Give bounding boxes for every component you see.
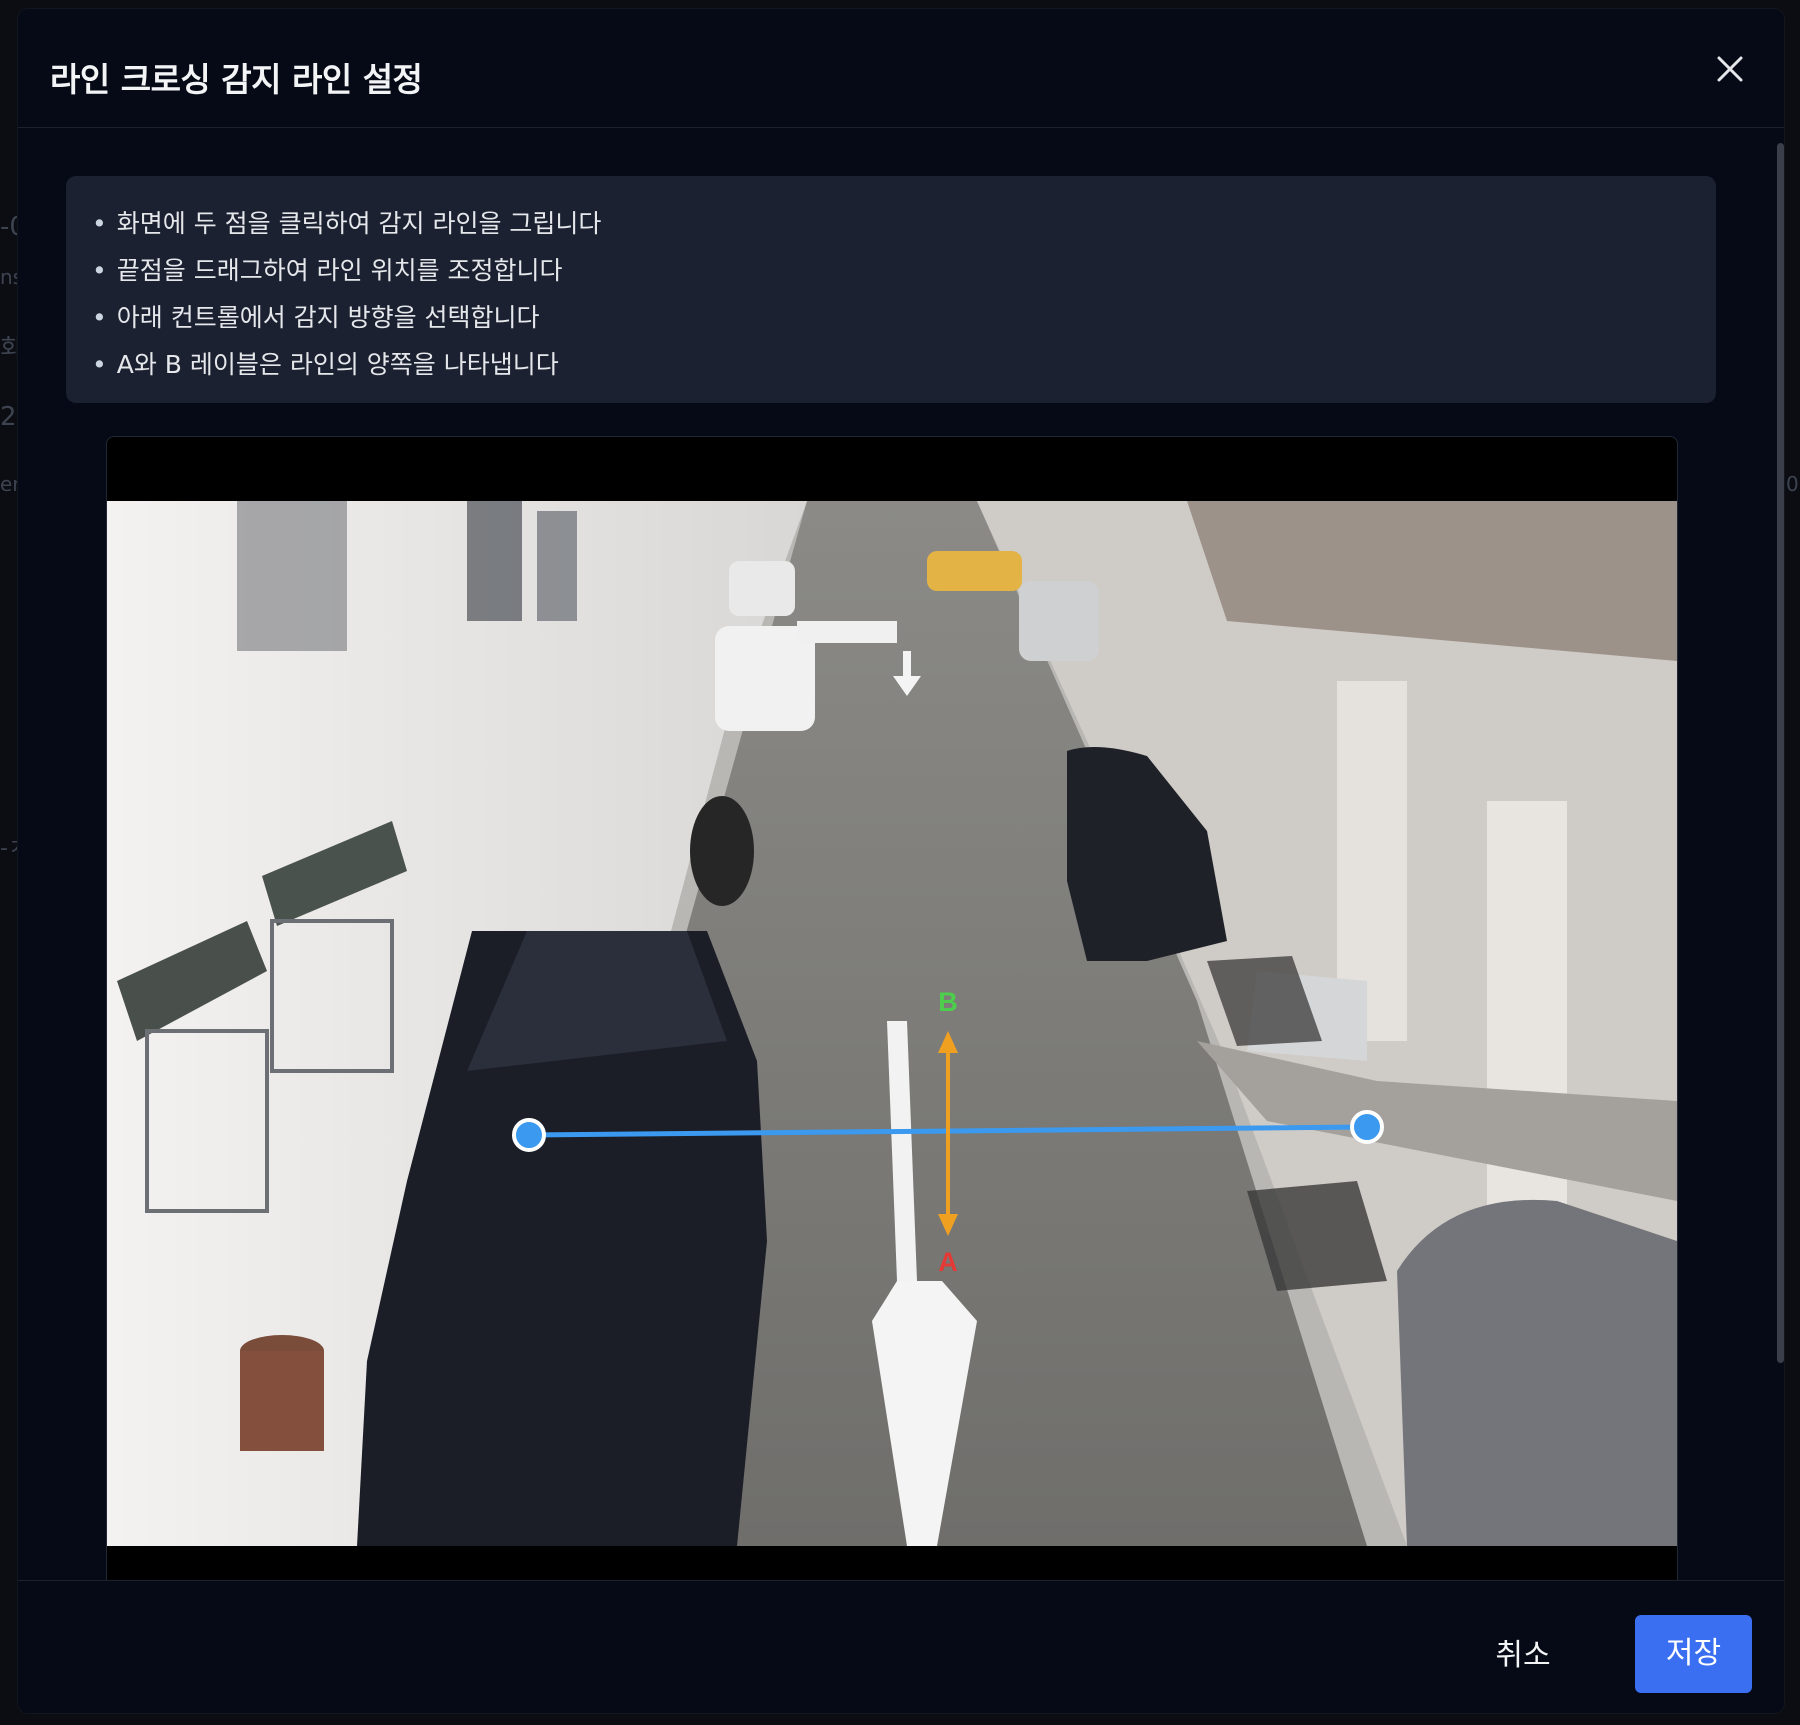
instructions-list: 화면에 두 점을 클릭하여 감지 라인을 그립니다 끝점을 드래그하여 라인 위… [92, 204, 602, 392]
close-icon [1717, 56, 1743, 82]
camera-feed-canvas[interactable]: B A [107, 501, 1677, 1546]
crosswalk-marking [797, 621, 897, 643]
cancel-button[interactable]: 취소 [1468, 1617, 1578, 1695]
trash-bin [240, 1351, 324, 1451]
side-b-label: B [938, 987, 958, 1017]
window [237, 501, 347, 651]
instruction-item: 화면에 두 점을 클릭하여 감지 라인을 그립니다 [92, 204, 602, 251]
instruction-item: 끝점을 드래그하여 라인 위치를 조정합니다 [92, 251, 601, 298]
side-a-label: A [938, 1247, 958, 1277]
background-text: 2 [0, 402, 17, 432]
taxi [927, 551, 1022, 591]
parked-car-white [729, 561, 795, 616]
line-endpoint-handle[interactable] [1350, 1110, 1384, 1144]
instruction-item: 아래 컨트롤에서 감지 방향을 선택합니다 [92, 298, 601, 345]
background-text: 0 [1786, 472, 1799, 496]
parked-car-grey [1397, 1199, 1677, 1546]
dialog-header: 라인 크로싱 감지 라인 설정 [18, 9, 1784, 128]
dialog-footer: 취소 저장 [18, 1580, 1784, 1713]
line-endpoint-handle[interactable] [512, 1118, 546, 1152]
instructions-panel: 화면에 두 점을 클릭하여 감지 라인을 그립니다 끝점을 드래그하여 라인 위… [66, 176, 1716, 403]
save-button[interactable]: 저장 [1635, 1615, 1752, 1693]
instruction-item: A와 B 레이블은 라인의 양쪽을 나타냅니다 [92, 345, 601, 392]
close-button[interactable] [1712, 51, 1748, 87]
camera-preview[interactable]: B A [106, 436, 1678, 1582]
window [537, 511, 577, 621]
tire-stack [690, 796, 754, 906]
window [467, 501, 522, 621]
dialog-scrollbar[interactable] [1777, 143, 1784, 1363]
line-crossing-settings-dialog: 라인 크로싱 감지 라인 설정 화면에 두 점을 클릭하여 감지 라인을 그립니… [18, 9, 1784, 1713]
parked-car-grey [1019, 581, 1099, 661]
dialog-title: 라인 크로싱 감지 라인 설정 [50, 60, 423, 99]
